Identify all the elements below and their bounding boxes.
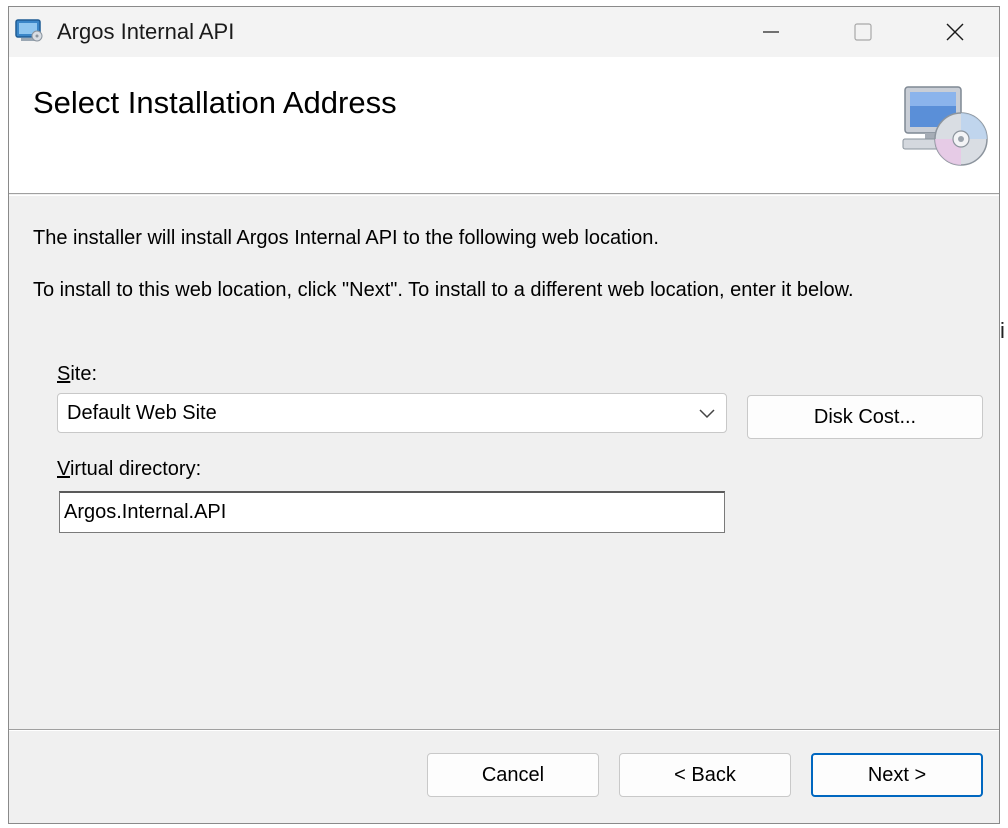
footer-divider-highlight bbox=[9, 730, 999, 731]
next-button[interactable]: Next > bbox=[811, 753, 983, 797]
back-button[interactable]: < Back bbox=[619, 753, 791, 797]
close-icon bbox=[946, 23, 964, 41]
site-dropdown[interactable]: Default Web Site bbox=[57, 393, 727, 433]
header-divider bbox=[9, 195, 999, 196]
wizard-header: Select Installation Address bbox=[9, 57, 999, 194]
virtual-directory-label-text: irtual directory: bbox=[69, 458, 202, 480]
disk-cost-button[interactable]: Disk Cost... bbox=[747, 395, 983, 439]
installer-window: Argos Internal API Select Installation A… bbox=[8, 6, 1000, 824]
background-text-fragment: i bbox=[1000, 318, 1005, 343]
computer-cd-icon bbox=[899, 83, 991, 169]
maximize-button[interactable] bbox=[817, 7, 909, 57]
site-label-text: ite: bbox=[70, 363, 98, 385]
title-bar[interactable]: Argos Internal API bbox=[9, 7, 999, 57]
cancel-button[interactable]: Cancel bbox=[427, 753, 599, 797]
page-title: Select Installation Address bbox=[33, 85, 397, 120]
installer-app-icon bbox=[15, 19, 43, 43]
virtual-directory-label: Virtual directory: bbox=[57, 458, 201, 481]
minimize-button[interactable] bbox=[725, 7, 817, 57]
minimize-icon bbox=[763, 31, 779, 33]
site-label: Site: bbox=[57, 363, 97, 386]
window-title: Argos Internal API bbox=[57, 19, 235, 44]
chevron-down-icon bbox=[699, 409, 715, 419]
description-text-1: The installer will install Argos Interna… bbox=[33, 227, 659, 249]
close-button[interactable] bbox=[909, 7, 999, 57]
site-dropdown-value: Default Web Site bbox=[67, 402, 217, 424]
site-label-accelerator: S bbox=[57, 363, 71, 385]
virtual-directory-input[interactable] bbox=[59, 491, 725, 533]
maximize-icon bbox=[854, 23, 872, 41]
virtual-directory-label-accelerator: V bbox=[57, 458, 70, 480]
description-text-2: To install to this web location, click "… bbox=[33, 279, 854, 301]
